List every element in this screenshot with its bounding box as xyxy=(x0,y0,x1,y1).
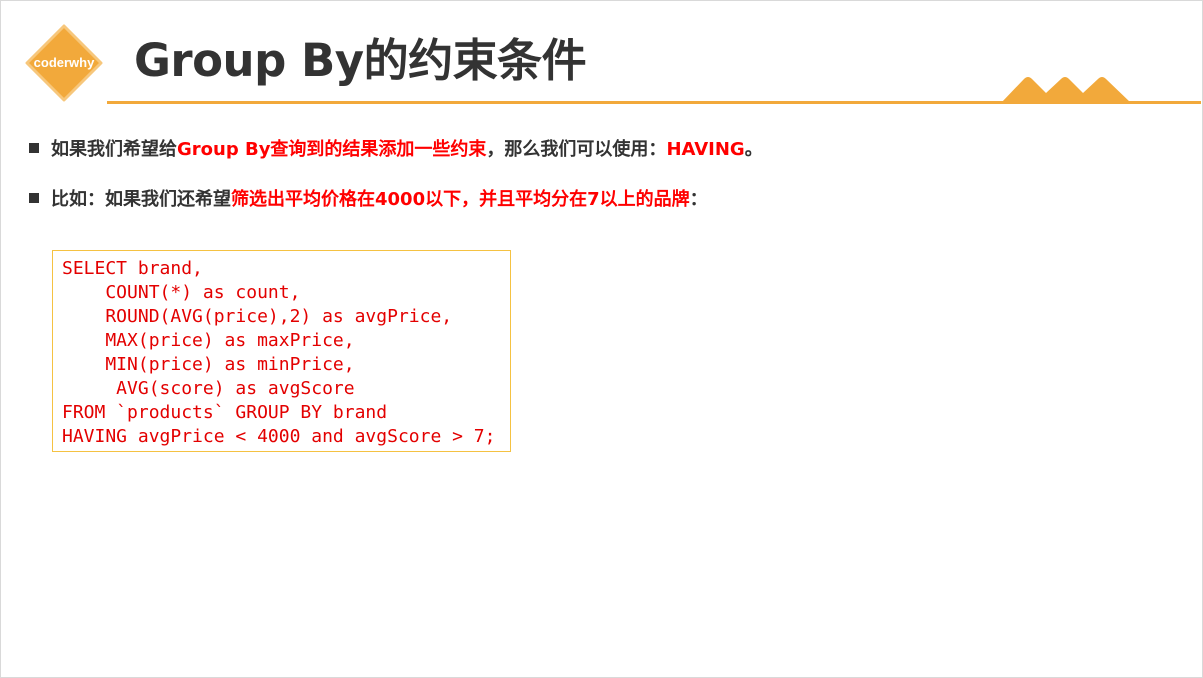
header-divider xyxy=(107,101,1201,104)
logo-text: coderwhy xyxy=(34,55,95,70)
bullet-text: ： xyxy=(689,189,708,210)
code-line: AVG(score) as avgScore xyxy=(62,378,355,399)
code-line: MIN(price) as minPrice, xyxy=(62,354,355,375)
code-line: COUNT(*) as count, xyxy=(62,282,301,303)
code-line: MAX(price) as maxPrice, xyxy=(62,330,355,351)
code-text: SELECT brand, COUNT(*) as count, ROUND(A… xyxy=(62,257,495,449)
bullet-text: ，那么我们可以使用： xyxy=(486,139,667,160)
slide: coderwhy Group By的约束条件 如果我们希望给Group By查询… xyxy=(0,0,1203,678)
bullet-square-icon xyxy=(29,193,39,203)
bullet-text: 。 xyxy=(744,139,763,160)
code-line: ROUND(AVG(price),2) as avgPrice, xyxy=(62,306,453,327)
bullet-item: 如果我们希望给Group By查询到的结果添加一些约束，那么我们可以使用：HAV… xyxy=(29,138,763,162)
bullet-highlight: Group By查询到的结果添加一些约束 xyxy=(177,139,487,160)
coderwhy-logo: coderwhy xyxy=(25,24,103,102)
bullet-text: 如果我们希望给 xyxy=(51,139,177,160)
bullet-keyword: HAVING xyxy=(666,139,745,160)
bullet-highlight: 筛选出平均价格在4000以下，并且平均分在7以上的品牌 xyxy=(231,189,690,210)
code-block: SELECT brand, COUNT(*) as count, ROUND(A… xyxy=(52,250,511,452)
page-title: Group By的约束条件 xyxy=(134,34,587,87)
bullet-item: 比如：如果我们还希望筛选出平均价格在4000以下，并且平均分在7以上的品牌： xyxy=(29,188,708,212)
bullet-text: 比如：如果我们还希望 xyxy=(51,189,231,210)
code-line: FROM `products` GROUP BY brand xyxy=(62,402,388,423)
mountains-decoration xyxy=(1001,77,1131,103)
bullet-square-icon xyxy=(29,143,39,153)
code-line: SELECT brand, xyxy=(62,258,203,279)
code-line: HAVING avgPrice < 4000 and avgScore > 7; xyxy=(62,426,496,447)
